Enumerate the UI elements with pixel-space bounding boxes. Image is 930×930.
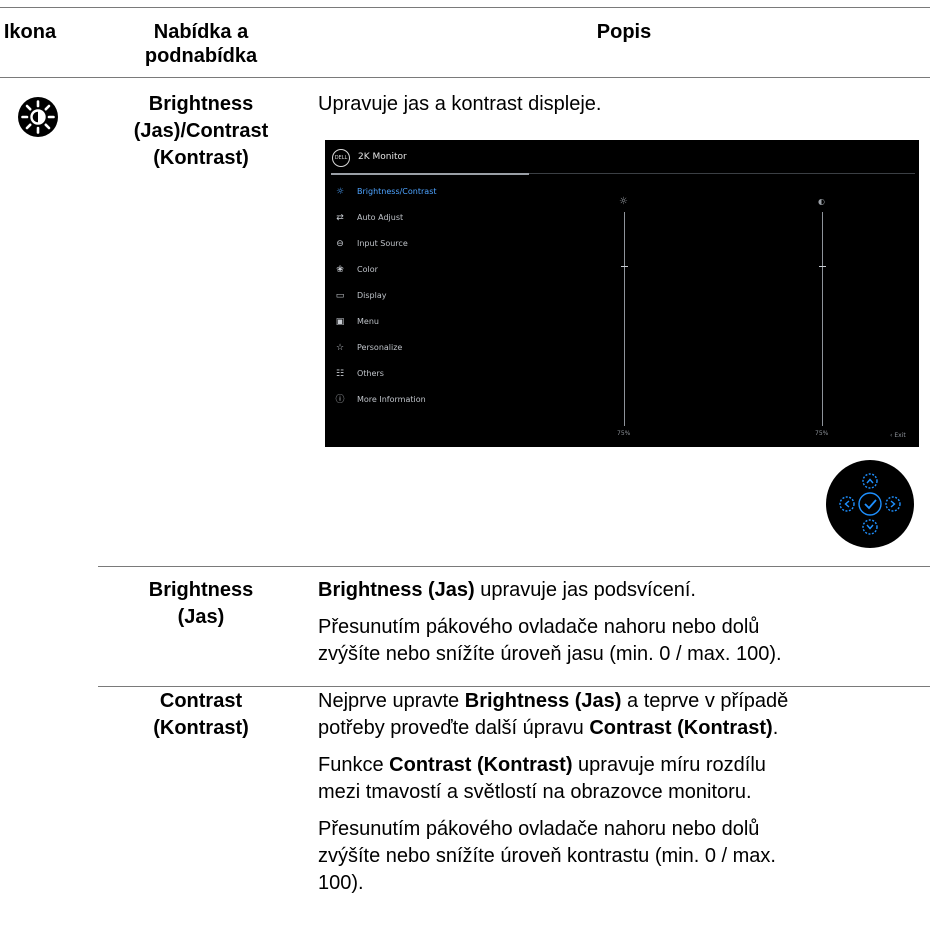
main-description: Upravuje jas a kontrast displeje. (318, 93, 602, 115)
monitor-osd-screenshot: DELL 2K Monitor ☼ Brightness/Contrast ⇄ Au… (325, 140, 919, 447)
osd-menu-item-label: Auto Adjust (357, 213, 404, 222)
input-source-icon: ⊖ (336, 239, 344, 249)
subrow-brightness-name: Brightness (Jas) (98, 577, 304, 631)
subrow-brightness-p2-line2: zvýšíte nebo snížíte úroveň jasu (min. 0… (318, 643, 782, 665)
subrow-contrast-p1-line2: potřeby proveďte další úpravu Contrast (… (318, 715, 930, 742)
osd-menu-item-label: Display (357, 291, 387, 300)
text: Funkce (318, 754, 390, 776)
subrow-brightness-p1: Brightness (Jas) upravuje jas podsvícení… (318, 577, 930, 604)
subrow-brightness-p2-line1: Přesunutím pákového ovladače nahoru nebo… (318, 616, 760, 638)
subrow-brightness-description: Brightness (Jas) upravuje jas podsvícení… (318, 577, 930, 668)
osd-menu-item-label: More Information (357, 395, 426, 404)
others-icon: ☷ (335, 369, 345, 379)
text: potřeby proveďte další úpravu (318, 717, 590, 739)
auto-adjust-icon: ⇄ (336, 213, 344, 223)
subrow-brightness-name-line1: Brightness (148, 579, 254, 601)
subrow-contrast-p3-line3: 100). (318, 872, 364, 894)
subrow-contrast-p3-line2: zvýšíte nebo snížíte úroveň kontrastu (m… (318, 845, 776, 867)
text: . (772, 717, 779, 739)
subrow-contrast-name: Contrast (Kontrast) (98, 688, 304, 742)
display-icon: ▭ (335, 291, 345, 301)
osd-menu-item-auto-adjust[interactable]: ⇄ Auto Adjust (333, 208, 528, 228)
star-icon: ☆ (335, 343, 345, 353)
subrow-brightness-name-line2: (Jas) (177, 606, 225, 628)
subrow-brightness-top-rule (98, 566, 930, 567)
subrow-contrast-p2-line1: Funkce Contrast (Kontrast) upravuje míru… (318, 752, 930, 779)
bold-term: Contrast (Kontrast) (389, 754, 573, 776)
bold-term: Contrast (Kontrast) (589, 717, 773, 739)
subrow-contrast-p1-line1: Nejprve upravte Brightness (Jas) a teprv… (318, 688, 930, 715)
osd-divider (529, 173, 915, 174)
header-menu: Nabídka a podnabídka (98, 20, 304, 68)
header-menu-line1: Nabídka a (153, 21, 249, 43)
brightness-slider[interactable] (624, 212, 625, 426)
subrow-contrast-p3-line1: Přesunutím pákového ovladače nahoru nebo… (318, 818, 760, 840)
brightness-value: 75% (617, 430, 631, 437)
osd-menu-item-label: Others (357, 369, 384, 378)
main-menu-line3: (Kontrast) (153, 147, 249, 169)
contrast-slider[interactable] (822, 212, 823, 426)
subrow-contrast-name-line1: Contrast (159, 690, 243, 712)
subrow-contrast-description: Nejprve upravte Brightness (Jas) a teprv… (318, 688, 930, 897)
osd-title: 2K Monitor (358, 152, 407, 162)
main-menu-name: Brightness (Jas)/Contrast (Kontrast) (98, 91, 304, 172)
main-menu-line1: Brightness (148, 93, 254, 115)
subrow-contrast-top-rule (98, 686, 930, 687)
osd-active-underline (331, 173, 529, 175)
osd-menu-item-color[interactable]: ❀ Color (333, 260, 528, 280)
text: Nejprve upravte (318, 690, 465, 712)
dell-logo: DELL (332, 149, 350, 167)
text: a teprve v případě (621, 690, 789, 712)
header-icon: Ikona (3, 21, 57, 43)
exit-button[interactable]: ‹ Exit (890, 432, 906, 439)
osd-menu-item-label: Input Source (357, 239, 408, 248)
contrast-icon: ◐ (818, 197, 825, 206)
joystick-icon (826, 460, 914, 548)
color-icon: ❀ (336, 265, 344, 275)
text: upravuje míru rozdílu (572, 754, 766, 776)
header-rule (0, 77, 930, 78)
info-icon: ⓘ (335, 395, 345, 405)
sun-icon: ☼ (619, 196, 628, 207)
menu-icon: ▣ (335, 317, 345, 327)
subrow-contrast-p2-line2: mezi tmavostí a světlostí na obrazovce m… (318, 781, 752, 803)
osd-menu-item-more-information[interactable]: ⓘ More Information (333, 390, 528, 410)
osd-menu-item-display[interactable]: ▭ Display (333, 286, 528, 306)
osd-menu-item-others[interactable]: ☷ Others (333, 364, 528, 384)
osd-menu-item-label: Personalize (357, 343, 403, 352)
contrast-value: 75% (815, 430, 829, 437)
brightness-slider-knob[interactable] (621, 265, 628, 267)
subrow-contrast-name-line2: (Kontrast) (153, 717, 249, 739)
exit-label: Exit (894, 432, 906, 439)
brightness-icon (18, 97, 58, 137)
header-description: Popis (596, 21, 652, 43)
osd-menu-item-brightness-contrast[interactable]: ☼ Brightness/Contrast (333, 182, 528, 202)
osd-menu-item-input-source[interactable]: ⊖ Input Source (333, 234, 528, 254)
sun-icon: ☼ (335, 187, 345, 197)
osd-menu-item-personalize[interactable]: ☆ Personalize (333, 338, 528, 358)
bold-term: Brightness (Jas) (318, 579, 475, 601)
osd-menu-item-label: Brightness/Contrast (357, 187, 437, 196)
contrast-slider-knob[interactable] (819, 265, 826, 267)
text: upravuje jas podsvícení. (474, 579, 696, 601)
osd-menu-item-label: Color (357, 265, 378, 274)
main-menu-line2: (Jas)/Contrast (133, 120, 269, 142)
bold-term: Brightness (Jas) (464, 690, 622, 712)
header-menu-line2: podnabídka (144, 45, 258, 67)
osd-menu-item-label: Menu (357, 317, 379, 326)
table-top-rule (0, 7, 930, 8)
osd-menu-item-menu[interactable]: ▣ Menu (333, 312, 528, 332)
